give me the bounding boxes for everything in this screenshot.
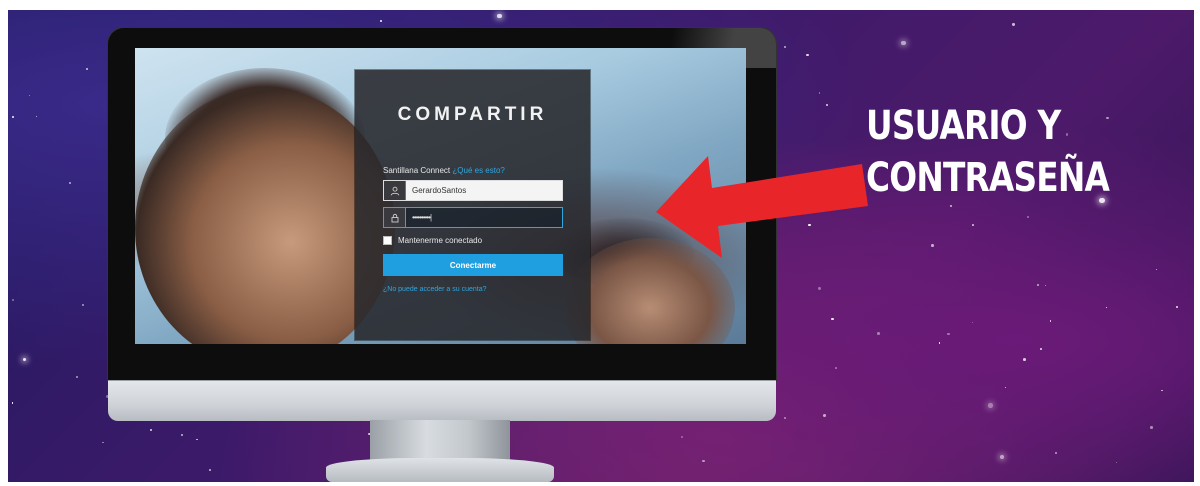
star-dot (1161, 389, 1163, 392)
callout-line-2: CONTRASEÑA (866, 155, 1110, 201)
star-dot (1116, 461, 1118, 464)
red-arrow-icon (656, 156, 868, 258)
connect-button[interactable]: Conectarme (383, 254, 563, 276)
callout-heading: USUARIO Y CONTRASEÑA (866, 100, 1120, 204)
connect-info: Santillana Connect ¿Qué es esto? (383, 166, 505, 175)
star-dot (379, 20, 382, 23)
star-dot (1027, 215, 1030, 218)
connect-label: Santillana Connect (383, 166, 451, 175)
star-dot (76, 376, 78, 378)
star-dot (1039, 348, 1042, 350)
star-dot (950, 205, 953, 208)
star-dot (23, 357, 27, 362)
star-dot (823, 414, 826, 418)
star-dot (783, 417, 786, 420)
star-dot (825, 103, 829, 107)
account-help-link[interactable]: ¿No puede acceder a su cuenta? (383, 286, 487, 293)
star-dot (818, 287, 821, 290)
star-dot (876, 332, 880, 335)
star-dot (938, 342, 941, 344)
star-dot (971, 224, 974, 226)
remember-checkbox[interactable] (383, 236, 392, 245)
star-dot (1037, 283, 1040, 286)
star-dot (783, 45, 787, 49)
star-dot (818, 92, 821, 94)
star-dot (901, 41, 906, 46)
star-dot (29, 95, 31, 97)
star-dot (209, 469, 211, 471)
username-field[interactable]: GerardoSantos (383, 180, 563, 201)
star-dot (1023, 358, 1027, 362)
username-value: GerardoSantos (412, 186, 467, 195)
star-dot (12, 115, 15, 119)
background: COMPARTIR Santillana Connect ¿Qué es est… (8, 10, 1194, 482)
star-dot (82, 303, 85, 307)
password-value: ••••••••••| (412, 213, 432, 222)
callout-line-1: USUARIO Y (866, 103, 1061, 149)
star-dot (971, 321, 973, 324)
star-dot (1045, 284, 1047, 286)
star-dot (831, 317, 834, 321)
lock-icon (384, 208, 406, 227)
remember-me[interactable]: Mantenerme conectado (383, 236, 482, 245)
what-is-this-link[interactable]: ¿Qué es esto? (452, 166, 504, 175)
star-dot (11, 402, 13, 404)
star-dot (702, 459, 705, 462)
star-dot (1005, 386, 1007, 388)
password-field[interactable]: ••••••••••| (383, 207, 563, 228)
monitor-chin (108, 380, 776, 421)
star-dot (86, 68, 89, 71)
login-panel: COMPARTIR Santillana Connect ¿Qué es est… (355, 70, 590, 340)
brand-logo: COMPARTIR (397, 104, 548, 125)
star-dot (149, 428, 152, 431)
remember-label: Mantenerme conectado (398, 236, 483, 245)
star-dot (806, 54, 809, 57)
star-dot (35, 115, 37, 117)
star-dot (101, 441, 104, 444)
star-dot (1049, 320, 1052, 322)
monitor-stand-base (326, 458, 554, 482)
star-dot (680, 435, 684, 439)
star-dot (834, 366, 837, 369)
star-dot (1105, 306, 1108, 309)
star-dot (988, 402, 993, 408)
star-dot (1150, 426, 1153, 429)
star-dot (1012, 23, 1015, 26)
user-icon (384, 181, 406, 200)
star-dot (947, 332, 950, 336)
star-dot (1155, 268, 1157, 270)
star-dot (999, 454, 1005, 460)
star-dot (69, 181, 72, 185)
star-dot (931, 244, 934, 247)
star-dot (1176, 305, 1179, 309)
star-dot (195, 438, 198, 441)
star-dot (180, 434, 183, 437)
star-dot (497, 13, 502, 19)
star-dot (12, 298, 15, 301)
star-dot (1054, 451, 1057, 454)
